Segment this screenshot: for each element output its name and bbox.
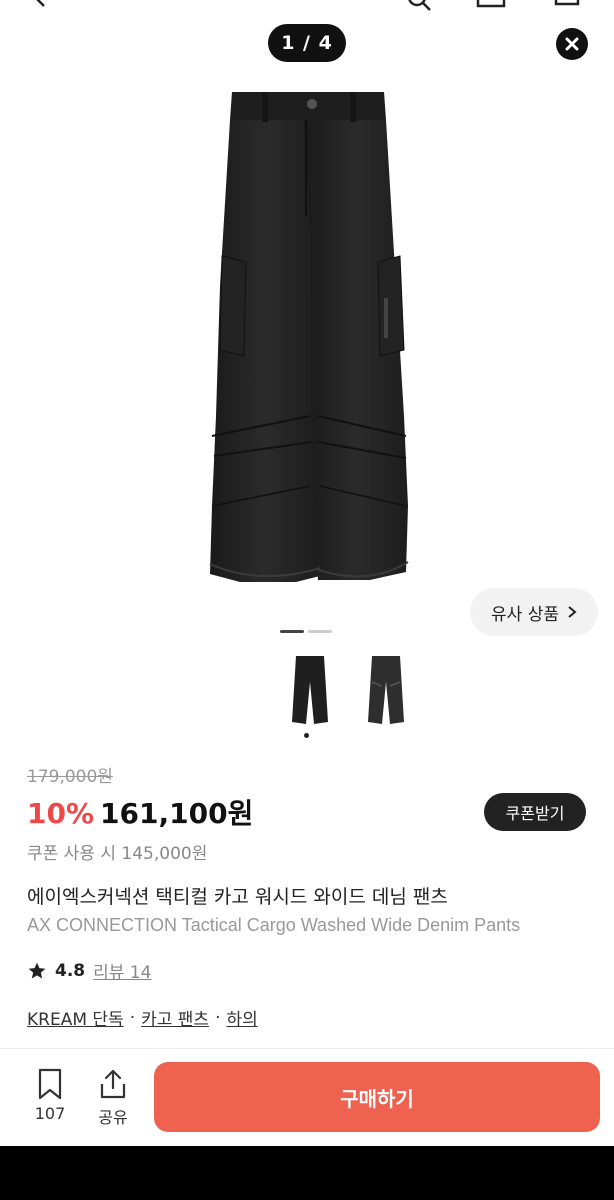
pager-segment	[308, 630, 332, 633]
star-icon	[28, 962, 46, 978]
close-icon	[565, 37, 579, 51]
share-button[interactable]: 공유	[91, 1068, 135, 1128]
thumbnail-selected-dot	[304, 733, 309, 738]
product-detail-screen: 1 / 4 유사 상품 179,000원 10% 161,100원 쿠폰받기 쿠…	[0, 0, 614, 1146]
top-header	[0, 0, 614, 12]
breadcrumb-separator: ·	[129, 1007, 136, 1028]
sale-price: 161,100원	[100, 797, 254, 830]
similar-products-label: 유사 상품	[491, 604, 559, 625]
bookmark-icon	[38, 1068, 62, 1100]
breadcrumb-cargo-pants[interactable]: 카고 팬츠	[141, 1005, 209, 1030]
buy-button[interactable]: 구매하기	[154, 1062, 600, 1132]
pager-segment-active	[280, 630, 304, 633]
breadcrumb-kream-exclusive[interactable]: KREAM 단독	[27, 1005, 124, 1030]
category-breadcrumb: KREAM 단독 · 카고 팬츠 · 하의	[27, 1005, 258, 1031]
bookmark-count: 107	[34, 1104, 66, 1123]
breadcrumb-separator: ·	[215, 1007, 221, 1028]
similar-products-button[interactable]: 유사 상품	[470, 588, 598, 636]
chevron-right-icon	[568, 606, 577, 618]
search-icon[interactable]	[406, 0, 432, 12]
cart-icon[interactable]	[552, 0, 582, 8]
back-icon[interactable]	[30, 0, 50, 10]
thumbnail-1[interactable]	[290, 652, 330, 728]
product-title-en: AX CONNECTION Tactical Cargo Washed Wide…	[27, 915, 521, 935]
rating-row: 4.8 리뷰 14	[27, 958, 151, 983]
rating-score: 4.8	[55, 960, 86, 981]
divider	[0, 1048, 614, 1049]
price-row: 10% 161,100원	[27, 792, 253, 832]
coupon-button[interactable]: 쿠폰받기	[484, 793, 586, 831]
product-title-ko: 에이엑스커넥션 택티컬 카고 워시드 와이드 데님 팬츠	[27, 886, 448, 908]
image-counter: 1 / 4	[268, 24, 346, 62]
discount-rate: 10%	[27, 797, 95, 830]
breadcrumb-bottoms[interactable]: 하의	[226, 1005, 257, 1030]
thumbnail-2[interactable]	[366, 652, 406, 728]
image-pager	[280, 630, 332, 633]
share-icon	[100, 1069, 126, 1099]
review-link[interactable]: 리뷰 14	[93, 958, 151, 983]
bookmark-button[interactable]: 107	[28, 1068, 72, 1123]
home-icon[interactable]	[476, 0, 506, 8]
original-price: 179,000원	[27, 767, 113, 787]
share-label: 공유	[98, 1108, 128, 1127]
product-image[interactable]	[200, 86, 414, 596]
coupon-price: 쿠폰 사용 시 145,000원	[27, 844, 208, 864]
close-button[interactable]	[556, 28, 588, 60]
